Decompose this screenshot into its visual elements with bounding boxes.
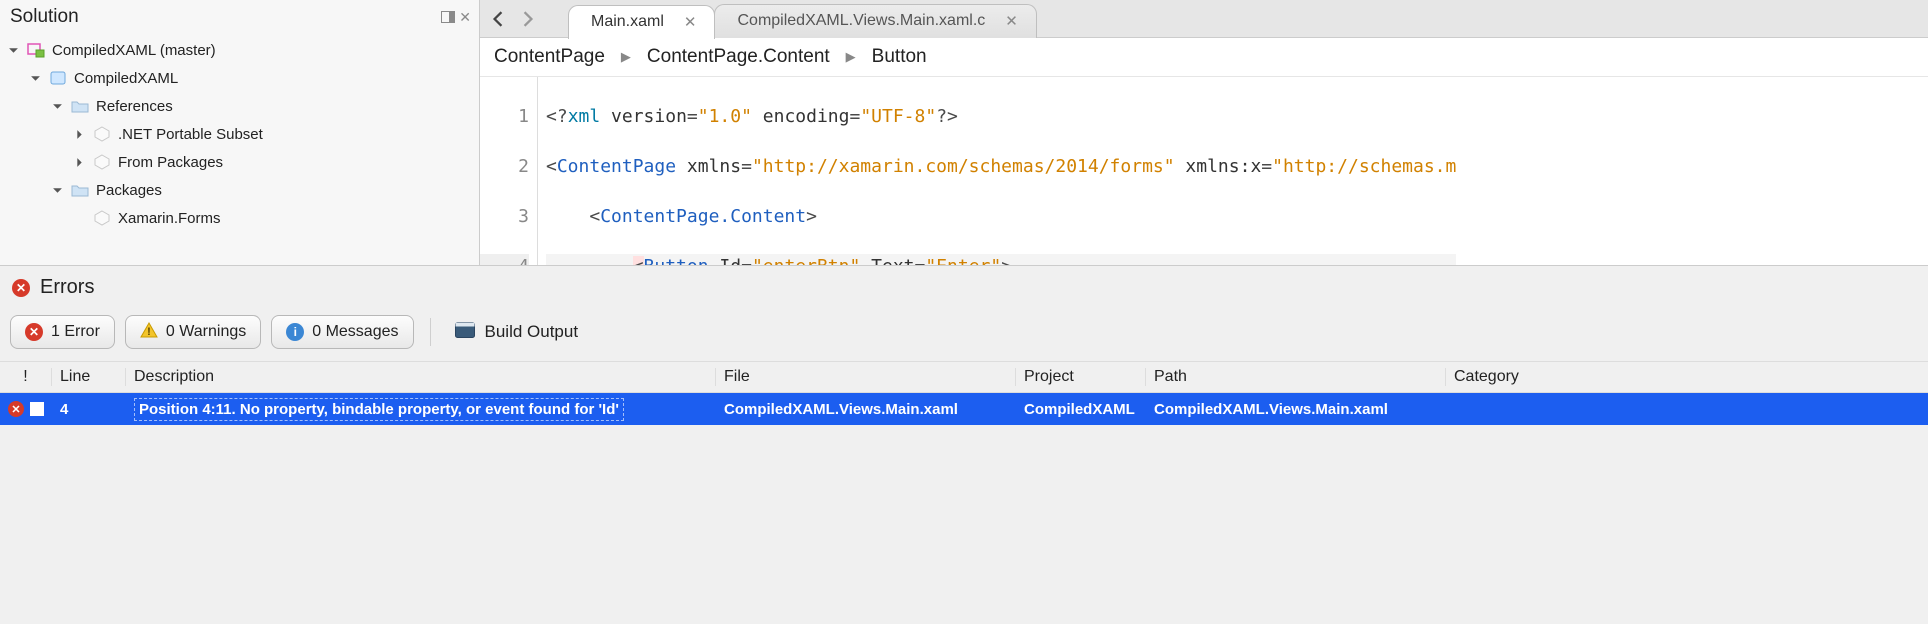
cell-description: Position 4:11. No property, bindable pro…	[126, 398, 716, 421]
chevron-right-icon[interactable]	[72, 127, 86, 141]
folder-icon	[70, 97, 90, 115]
package-icon	[92, 209, 112, 227]
nav-forward-icon[interactable]	[518, 11, 538, 27]
filter-messages-button[interactable]: i 0 Messages	[271, 315, 413, 349]
tree-packages[interactable]: Packages	[6, 176, 473, 204]
tree-references-label: References	[96, 98, 173, 115]
terminal-icon	[455, 322, 475, 343]
assembly-icon	[92, 153, 112, 171]
col-category[interactable]: Category	[1446, 368, 1566, 386]
solution-header: Solution ✕	[0, 0, 479, 36]
tree-package-item-label: Xamarin.Forms	[118, 210, 221, 227]
chevron-right-icon: ▶	[621, 49, 631, 65]
filter-errors-label: 1 Error	[51, 323, 100, 341]
tab-close-icon[interactable]: ✕	[1005, 12, 1018, 30]
breadcrumb-item[interactable]: ContentPage	[494, 46, 605, 68]
col-path[interactable]: Path	[1146, 368, 1446, 386]
tree-project[interactable]: CompiledXAML	[6, 64, 473, 92]
errors-filter-bar: ✕ 1 Error ! 0 Warnings i 0 Messages Buil…	[0, 309, 1928, 361]
tab-label: Main.xaml	[591, 13, 664, 31]
editor-tabs: Main.xaml ✕ CompiledXAML.Views.Main.xaml…	[568, 0, 1036, 38]
csproj-icon	[48, 69, 68, 87]
assembly-icon	[92, 125, 112, 143]
editor-panel: Main.xaml ✕ CompiledXAML.Views.Main.xaml…	[480, 0, 1928, 265]
chevron-right-icon[interactable]	[72, 155, 86, 169]
errors-panel: ✕ Errors ✕ 1 Error ! 0 Warnings i 0 Mess…	[0, 265, 1928, 425]
tree-ref-item[interactable]: From Packages	[6, 148, 473, 176]
col-description[interactable]: Description	[126, 368, 716, 386]
editor-toolbar: Main.xaml ✕ CompiledXAML.Views.Main.xaml…	[480, 0, 1928, 38]
build-output-label: Build Output	[485, 322, 579, 342]
col-project[interactable]: Project	[1016, 368, 1146, 386]
editor-tab-inactive[interactable]: CompiledXAML.Views.Main.xaml.c ✕	[714, 4, 1036, 38]
filter-warnings-button[interactable]: ! 0 Warnings	[125, 315, 261, 349]
errors-table-row[interactable]: ✕ 4 Position 4:11. No property, bindable…	[0, 393, 1928, 425]
cell-path: CompiledXAML.Views.Main.xaml	[1146, 401, 1446, 418]
errors-table-header: ! Line Description File Project Path Cat…	[0, 361, 1928, 393]
col-bang[interactable]: !	[0, 368, 52, 386]
row-checkbox[interactable]	[30, 402, 44, 416]
tree-project-label: CompiledXAML	[74, 70, 178, 87]
tab-label: CompiledXAML.Views.Main.xaml.c	[737, 12, 985, 30]
tree-ref-item-label: .NET Portable Subset	[118, 126, 263, 143]
editor-tab-active[interactable]: Main.xaml ✕	[568, 5, 715, 39]
tree-ref-item-label: From Packages	[118, 154, 223, 171]
errors-panel-header: ✕ Errors	[0, 266, 1928, 309]
chevron-down-icon[interactable]	[50, 183, 64, 197]
tree-spacer	[72, 211, 86, 225]
solution-panel: Solution ✕ CompiledXAML (master)	[0, 0, 480, 265]
tree-root[interactable]: CompiledXAML (master)	[6, 36, 473, 64]
error-icon: ✕	[25, 323, 43, 341]
tree-package-item[interactable]: Xamarin.Forms	[6, 204, 473, 232]
close-icon[interactable]: ✕	[459, 9, 471, 26]
breadcrumb: ContentPage ▶ ContentPage.Content ▶ Butt…	[480, 38, 1928, 77]
chevron-down-icon[interactable]	[28, 71, 42, 85]
error-icon: ✕	[8, 401, 24, 417]
col-file[interactable]: File	[716, 368, 1016, 386]
tab-close-icon[interactable]: ✕	[684, 13, 697, 31]
separator	[430, 318, 431, 346]
tree-ref-item[interactable]: .NET Portable Subset	[6, 120, 473, 148]
error-icon: ✕	[12, 279, 30, 297]
cell-line: 4	[52, 401, 126, 418]
breadcrumb-item[interactable]: Button	[872, 46, 927, 68]
folder-icon	[70, 181, 90, 199]
code-editor[interactable]: 1 2 3 4 5 6 7 <?xml version="1.0" encodi…	[480, 77, 1928, 265]
tree-references[interactable]: References	[6, 92, 473, 120]
breadcrumb-item[interactable]: ContentPage.Content	[647, 46, 830, 68]
col-line[interactable]: Line	[52, 368, 126, 386]
svg-text:!: !	[147, 326, 151, 338]
info-icon: i	[286, 323, 304, 341]
tree-packages-label: Packages	[96, 182, 162, 199]
warning-icon: !	[140, 321, 158, 344]
filter-warnings-label: 0 Warnings	[166, 323, 246, 341]
cell-project: CompiledXAML	[1016, 401, 1146, 418]
solution-icon	[26, 41, 46, 59]
nav-back-icon[interactable]	[488, 11, 508, 27]
dock-icon[interactable]	[441, 11, 455, 23]
tree-root-label: CompiledXAML (master)	[52, 42, 216, 59]
filter-messages-label: 0 Messages	[312, 323, 398, 341]
chevron-down-icon[interactable]	[50, 99, 64, 113]
errors-table: ! Line Description File Project Path Cat…	[0, 361, 1928, 425]
solution-tree: CompiledXAML (master) CompiledXAML Refer…	[0, 36, 479, 238]
line-number-gutter: 1 2 3 4 5 6 7	[480, 77, 538, 265]
build-output-button[interactable]: Build Output	[447, 322, 587, 343]
code-content[interactable]: <?xml version="1.0" encoding="UTF-8"?> <…	[538, 77, 1456, 265]
chevron-right-icon: ▶	[846, 49, 856, 65]
cell-file: CompiledXAML.Views.Main.xaml	[716, 401, 1016, 418]
errors-panel-title: Errors	[40, 276, 94, 299]
solution-title: Solution	[10, 6, 79, 28]
chevron-down-icon[interactable]	[6, 43, 20, 57]
filter-errors-button[interactable]: ✕ 1 Error	[10, 315, 115, 349]
